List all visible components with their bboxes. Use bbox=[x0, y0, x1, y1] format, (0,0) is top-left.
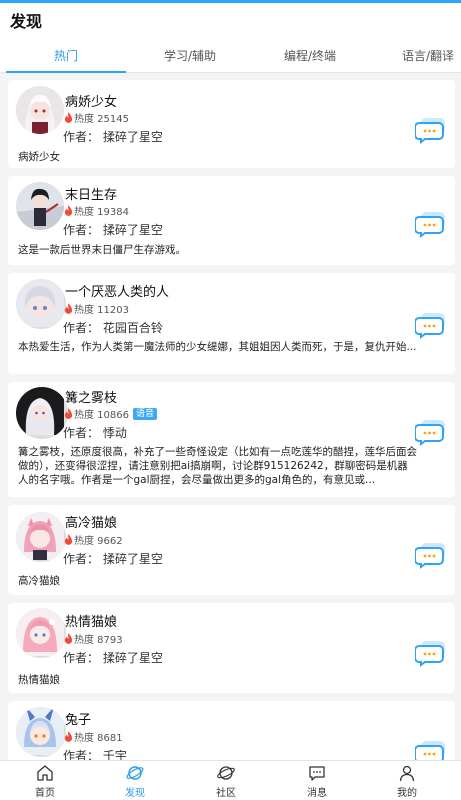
flame-icon bbox=[64, 408, 73, 419]
chat-bubble-icon bbox=[415, 212, 445, 238]
character-name: 病娇少女 bbox=[65, 95, 118, 110]
chat-bubble-icon bbox=[415, 641, 445, 667]
flame-icon bbox=[64, 112, 73, 123]
chat-bubble-icon bbox=[415, 118, 445, 144]
flame-icon bbox=[64, 205, 73, 216]
heat-text: 热度 11203 bbox=[74, 305, 129, 316]
home-icon bbox=[37, 765, 53, 781]
character-name: 热情猫娘 bbox=[65, 615, 118, 630]
author: 作者： 揉碎了星空 bbox=[63, 651, 163, 665]
voice-badge: 语音 bbox=[133, 407, 158, 420]
tab-programming[interactable]: 编程/终端 bbox=[270, 37, 350, 73]
nav-label: 发现 bbox=[125, 788, 145, 799]
heat-text: 热度 9662 bbox=[74, 536, 123, 547]
chat-button[interactable] bbox=[415, 210, 447, 238]
character-description: 本热爱生活，作为人类第一魔法师的少女缇娜，其姐姐因人类而死，于是，复仇开始... bbox=[18, 341, 417, 353]
nav-label: 消息 bbox=[307, 788, 327, 799]
character-card[interactable]: 高冷猫娘 热度 9662 作者： 揉碎了星空 高冷猫娘 bbox=[8, 505, 455, 595]
category-tabs: 热门 学习/辅助 编程/终端 语言/翻译 bbox=[0, 37, 461, 73]
flame-icon bbox=[64, 731, 73, 742]
chat-button[interactable] bbox=[415, 418, 447, 446]
chat-button[interactable] bbox=[415, 639, 447, 667]
heat-count: 热度 8793 bbox=[64, 631, 123, 646]
character-description: 病娇少女 bbox=[18, 151, 60, 163]
character-description: 热情猫娘 bbox=[18, 674, 60, 686]
character-card[interactable]: 兔子 热度 8681 作者： 千宇 bbox=[8, 701, 455, 760]
character-name: 一个厌恶人类的人 bbox=[65, 285, 170, 300]
nav-label: 首页 bbox=[35, 788, 55, 799]
avatar bbox=[16, 608, 66, 658]
heat-text: 热度 25145 bbox=[74, 114, 129, 125]
character-name: 篝之雾枝 bbox=[65, 391, 118, 406]
character-card[interactable]: 篝之雾枝 热度 10866 语音 作者： 悸动 篝之雾枝，还原度很高，补充了一些… bbox=[8, 382, 455, 497]
nav-label: 社区 bbox=[216, 788, 236, 799]
app-header: 发现 bbox=[0, 3, 461, 37]
heat-count: 热度 11203 bbox=[64, 301, 129, 316]
character-name: 高冷猫娘 bbox=[65, 516, 118, 531]
author: 作者： 花园百合铃 bbox=[63, 321, 163, 335]
heat-count: 热度 19384 bbox=[64, 203, 129, 218]
character-card[interactable]: 末日生存 热度 19384 作者： 揉碎了星空 这是一款后世界末日僵尸生存游戏。 bbox=[8, 176, 455, 265]
character-card[interactable]: 病娇少女 热度 25145 作者： 揉碎了星空 病娇少女 bbox=[8, 80, 455, 168]
avatar bbox=[16, 182, 64, 230]
tab-label: 编程/终端 bbox=[283, 48, 337, 63]
character-card[interactable]: 一个厌恶人类的人 热度 11203 作者： 花园百合铃 本热爱生活，作为人类第一… bbox=[8, 273, 455, 374]
nav-profile[interactable]: 我的 bbox=[377, 763, 437, 800]
message-icon bbox=[309, 766, 325, 781]
chat-bubble-icon bbox=[415, 741, 445, 760]
tab-label: 语言/翻译 bbox=[402, 48, 455, 63]
tab-study[interactable]: 学习/辅助 bbox=[150, 37, 230, 73]
tab-label: 热门 bbox=[53, 48, 78, 63]
character-description: 篝之雾枝，还原度很高，补充了一些奇怪设定（比如有一点吃莲华的醋捏，莲华后面会做的… bbox=[18, 446, 417, 486]
character-name: 末日生存 bbox=[65, 188, 118, 203]
heat-text: 热度 8681 bbox=[74, 733, 123, 744]
avatar bbox=[16, 279, 66, 329]
character-card[interactable]: 热情猫娘 热度 8793 作者： 揉碎了星空 热情猫娘 bbox=[8, 603, 455, 693]
heat-text: 热度 10866 bbox=[74, 410, 129, 421]
character-name: 兔子 bbox=[65, 713, 92, 728]
chat-button[interactable] bbox=[415, 541, 447, 569]
heat-count: 热度 9662 bbox=[64, 532, 123, 547]
author: 作者： 千宇 bbox=[63, 749, 127, 760]
planet-icon bbox=[126, 766, 144, 780]
nav-community[interactable]: 社区 bbox=[196, 763, 256, 800]
bottom-navigation: 首页 发现 社区 消息 我的 bbox=[0, 760, 461, 800]
flame-icon bbox=[64, 534, 73, 545]
chat-bubble-icon bbox=[415, 420, 445, 446]
heat-count: 热度 25145 bbox=[64, 110, 129, 125]
user-icon bbox=[399, 765, 415, 782]
page-title: 发现 bbox=[10, 12, 43, 31]
heat-count: 热度 8681 bbox=[64, 729, 123, 744]
heat-text: 热度 19384 bbox=[74, 207, 129, 218]
author: 作者： 揉碎了星空 bbox=[63, 223, 163, 237]
chat-button[interactable] bbox=[415, 739, 447, 760]
tab-label: 学习/辅助 bbox=[163, 48, 217, 63]
avatar bbox=[16, 512, 66, 562]
character-description: 高冷猫娘 bbox=[18, 575, 60, 587]
chat-button[interactable] bbox=[415, 116, 447, 144]
flame-icon bbox=[64, 303, 73, 314]
avatar bbox=[16, 707, 66, 757]
avatar bbox=[16, 387, 68, 439]
nav-messages[interactable]: 消息 bbox=[287, 763, 347, 800]
flame-icon bbox=[64, 633, 73, 644]
active-tab-indicator bbox=[6, 71, 126, 73]
character-description: 这是一款后世界末日僵尸生存游戏。 bbox=[18, 244, 186, 256]
character-list[interactable]: 病娇少女 热度 25145 作者： 揉碎了星空 病娇少女 末日生存 热度 193… bbox=[0, 76, 461, 760]
nav-label: 我的 bbox=[397, 788, 417, 799]
heat-text: 热度 8793 bbox=[74, 635, 123, 646]
chat-bubble-icon bbox=[415, 313, 445, 339]
chat-button[interactable] bbox=[415, 311, 447, 339]
nav-discover[interactable]: 发现 bbox=[105, 763, 165, 800]
avatar bbox=[16, 86, 64, 134]
saturn-icon bbox=[217, 766, 235, 780]
author: 作者： 悸动 bbox=[63, 426, 127, 440]
nav-home[interactable]: 首页 bbox=[15, 763, 75, 800]
tab-hot[interactable]: 热门 bbox=[6, 37, 126, 73]
heat-count: 热度 10866 语音 bbox=[64, 406, 158, 421]
author: 作者： 揉碎了星空 bbox=[63, 130, 163, 144]
chat-bubble-icon bbox=[415, 543, 445, 569]
author: 作者： 揉碎了星空 bbox=[63, 552, 163, 566]
tab-language[interactable]: 语言/翻译 bbox=[402, 37, 461, 73]
